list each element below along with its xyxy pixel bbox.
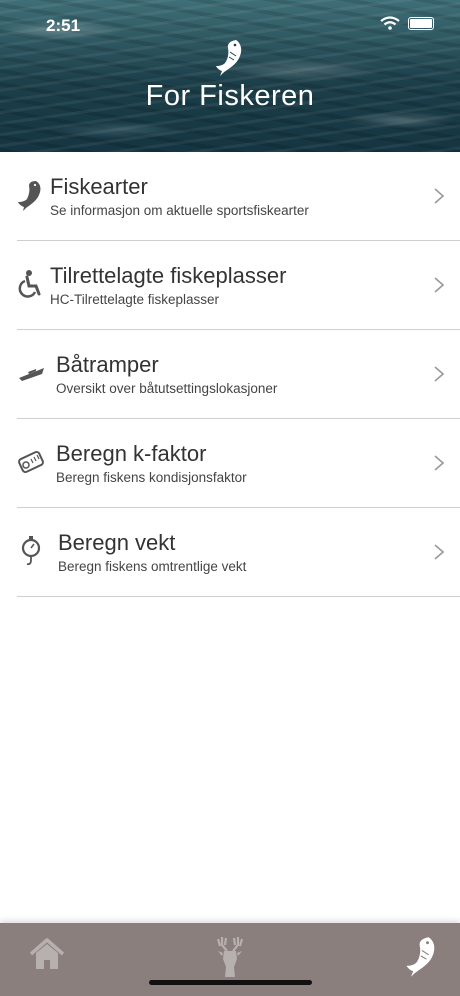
menu-item-beregn-vekt[interactable]: Beregn vekt Beregn fiskens omtrentlige v… xyxy=(17,508,460,597)
menu-item-fiskearter[interactable]: Fiskearter Se informasjon om aktuelle sp… xyxy=(17,152,460,241)
menu-item-subtitle: HC-Tilrettelagte fiskeplasser xyxy=(50,292,220,307)
chevron-right-icon xyxy=(434,455,444,471)
battery-icon xyxy=(408,16,434,30)
tab-home[interactable] xyxy=(27,935,67,977)
menu-item-title: Beregn vekt xyxy=(58,530,176,555)
measuring-tape-icon xyxy=(18,450,44,474)
chevron-right-icon xyxy=(434,544,444,560)
scale-icon xyxy=(21,536,41,566)
menu-item-batramper[interactable]: Båtramper Oversikt over båtutsettingslok… xyxy=(17,330,460,419)
fish-icon xyxy=(18,181,41,211)
boat-icon xyxy=(19,368,44,381)
menu-item-title: Båtramper xyxy=(56,352,159,377)
status-icons xyxy=(380,16,434,30)
menu-item-title: Beregn k-faktor xyxy=(56,441,207,466)
tab-hunting[interactable] xyxy=(210,935,250,977)
chevron-right-icon xyxy=(434,188,444,204)
header-banner: 2:51 For Fiskeren xyxy=(0,0,460,152)
menu-list: Fiskearter Se informasjon om aktuelle sp… xyxy=(0,152,460,597)
menu-item-tilrettelagte-fiskeplasser[interactable]: Tilrettelagte fiskeplasser HC-Tilrettela… xyxy=(17,241,460,330)
menu-item-subtitle: Beregn fiskens kondisjonsfaktor xyxy=(56,470,247,485)
home-icon xyxy=(29,938,65,969)
menu-item-subtitle: Beregn fiskens omtrentlige vekt xyxy=(58,559,247,574)
wheelchair-icon xyxy=(18,270,41,298)
page-title: For Fiskeren xyxy=(145,80,315,112)
wifi-icon xyxy=(380,16,400,30)
menu-item-beregn-k-faktor[interactable]: Beregn k-faktor Beregn fiskens kondisjon… xyxy=(17,419,460,508)
home-indicator xyxy=(149,980,312,985)
menu-item-title: Tilrettelagte fiskeplasser xyxy=(50,263,287,288)
menu-item-subtitle: Oversikt over båtutsettingslokasjoner xyxy=(56,381,278,396)
fish-logo-icon xyxy=(216,40,242,76)
chevron-right-icon xyxy=(434,366,444,382)
deer-icon xyxy=(216,937,244,977)
chevron-right-icon xyxy=(434,277,444,293)
fish-icon xyxy=(406,937,435,977)
tab-bar xyxy=(0,923,460,996)
tab-fishing[interactable] xyxy=(404,935,444,977)
menu-item-title: Fiskearter xyxy=(50,174,148,199)
status-time: 2:51 xyxy=(46,16,81,35)
menu-item-subtitle: Se informasjon om aktuelle sportsfiskear… xyxy=(50,203,309,218)
